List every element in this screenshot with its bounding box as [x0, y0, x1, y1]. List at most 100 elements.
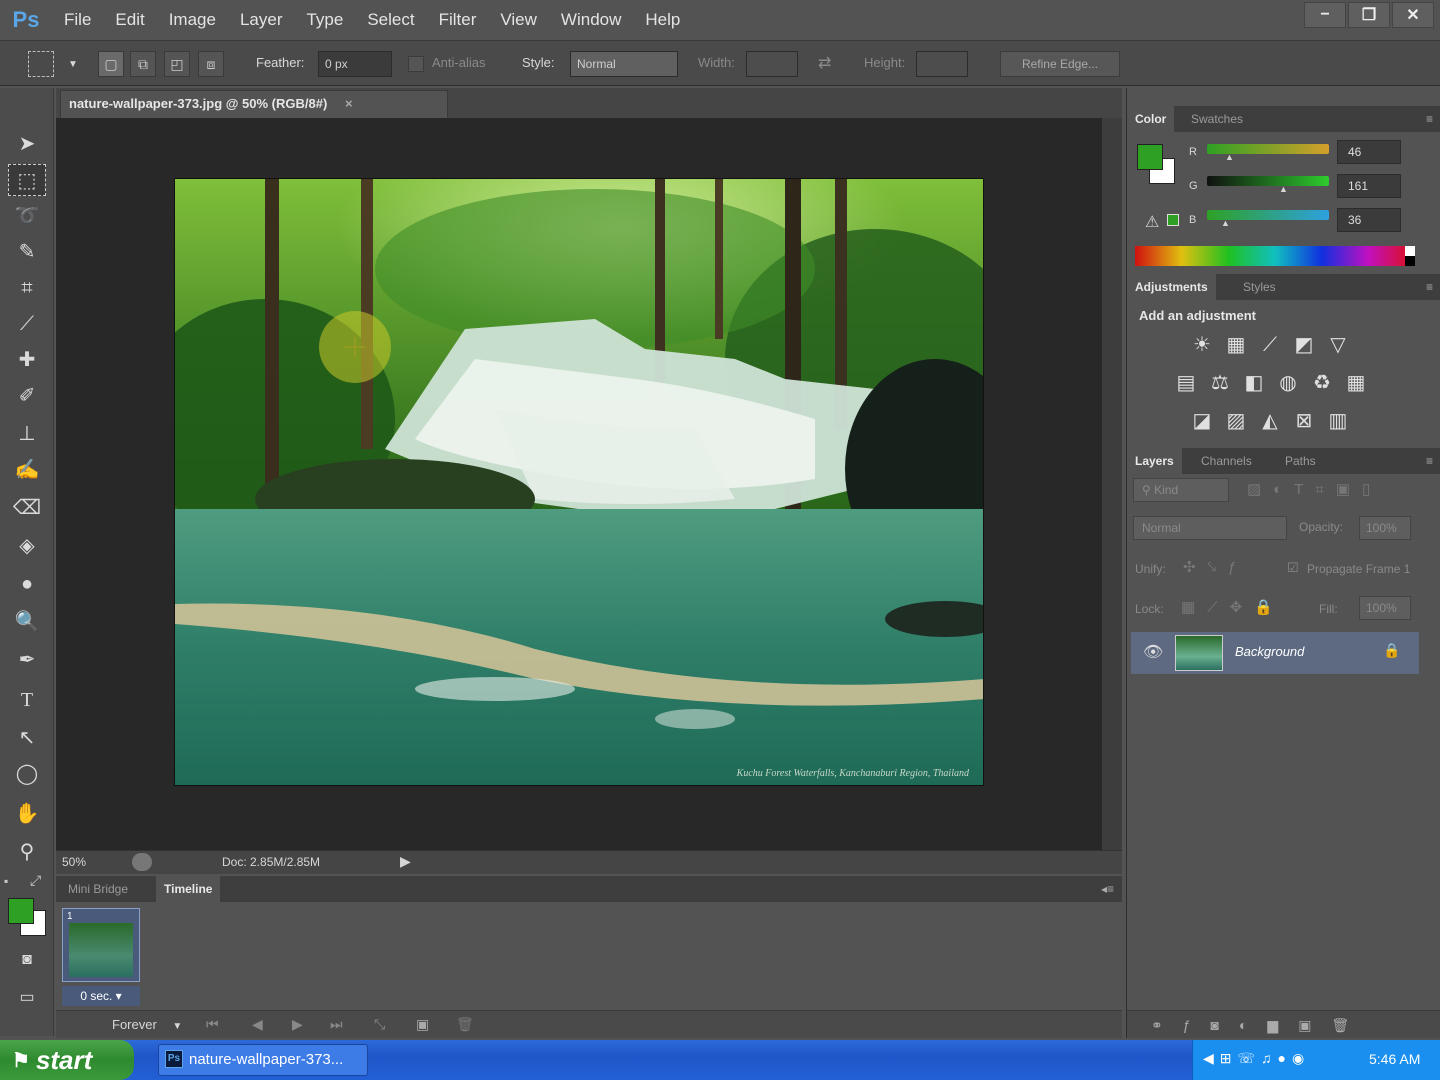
blue-value-input[interactable]: 36 [1337, 208, 1401, 232]
menu-select[interactable]: Select [355, 0, 426, 40]
type-tool-icon[interactable]: T [8, 684, 46, 716]
unify-icons[interactable]: ✣⤥ƒ [1183, 558, 1248, 576]
prev-frame-icon[interactable]: ◀ [252, 1016, 263, 1033]
next-frame-icon[interactable]: ⏭ [330, 1016, 343, 1033]
layer-filter-icons[interactable]: ▨◐T⌗▣▯ [1247, 480, 1382, 498]
height-input[interactable] [916, 51, 968, 77]
loop-select[interactable]: Forever ▼ [112, 1017, 182, 1032]
levels-icon[interactable]: ▦ [1223, 332, 1249, 358]
eyedropper-tool-icon[interactable]: ⟋ [8, 308, 46, 340]
close-button[interactable]: ✕ [1392, 2, 1434, 28]
first-frame-icon[interactable]: ⏮ [206, 1016, 219, 1033]
paint-bucket-tool-icon[interactable]: ◈ [8, 530, 46, 562]
width-input[interactable] [746, 51, 798, 77]
menu-edit[interactable]: Edit [103, 0, 156, 40]
taskbar-photoshop-item[interactable]: Ps nature-wallpaper-373... [158, 1044, 368, 1076]
menu-file[interactable]: File [52, 0, 103, 40]
minimize-button[interactable]: − [1304, 2, 1346, 28]
status-info-icon[interactable] [132, 853, 152, 871]
menu-help[interactable]: Help [633, 0, 692, 40]
timeline-menu-icon[interactable]: ◂≡ [1101, 882, 1114, 896]
green-value-input[interactable]: 161 [1337, 174, 1401, 198]
restore-button[interactable]: ❐ [1348, 2, 1390, 28]
swap-dimensions-icon[interactable]: ⇄ [818, 53, 831, 73]
exposure-icon[interactable]: ◩ [1291, 332, 1317, 358]
duplicate-frame-icon[interactable]: ▣ [416, 1016, 429, 1033]
photo-filter-icon[interactable]: ◍ [1275, 370, 1301, 396]
tab-channels[interactable]: Channels [1193, 448, 1260, 474]
menu-image[interactable]: Image [157, 0, 228, 40]
zoom-tool-icon[interactable]: ⚲ [8, 836, 46, 868]
menu-type[interactable]: Type [294, 0, 355, 40]
tab-swatches[interactable]: Swatches [1183, 106, 1251, 132]
intersect-selection-icon[interactable]: ⧈ [198, 51, 224, 77]
opacity-input[interactable]: 100% [1359, 516, 1411, 540]
layer-visibility-eye-icon[interactable]: 👁 [1143, 642, 1163, 662]
tab-mini-bridge[interactable]: Mini Bridge [60, 876, 136, 902]
delete-frame-icon[interactable]: 🗑 [456, 1016, 474, 1033]
curves-icon[interactable]: ⟋ [1257, 332, 1283, 358]
style-select[interactable]: Normal [570, 51, 678, 77]
animation-frame[interactable]: 1 [62, 908, 140, 982]
lock-icons[interactable]: ▦⟋✥🔒 [1181, 598, 1285, 616]
invert-icon[interactable]: ◪ [1189, 408, 1215, 434]
layer-filter-select[interactable]: ⚲ Kind [1133, 478, 1229, 502]
fill-input[interactable]: 100% [1359, 596, 1411, 620]
clone-stamp-tool-icon[interactable]: ⊥ [8, 418, 46, 450]
new-selection-icon[interactable]: ▢ [98, 51, 124, 77]
play-icon[interactable]: ▶ [292, 1016, 303, 1033]
red-slider-handle-icon[interactable]: ▲ [1225, 152, 1234, 162]
lasso-tool-icon[interactable]: ➰ [8, 200, 46, 232]
tab-paths[interactable]: Paths [1277, 448, 1324, 474]
hand-tool-icon[interactable]: ✋ [8, 798, 46, 830]
tab-styles[interactable]: Styles [1235, 274, 1284, 300]
green-slider-handle-icon[interactable]: ▲ [1279, 184, 1288, 194]
tab-timeline[interactable]: Timeline [156, 876, 221, 902]
menu-layer[interactable]: Layer [228, 0, 295, 40]
screen-mode-icon[interactable]: ▭ [8, 982, 46, 1014]
zoom-level[interactable]: 50% [62, 855, 86, 869]
ellipse-tool-icon[interactable]: ◯ [8, 758, 46, 790]
feather-input[interactable]: 0 px [318, 51, 392, 77]
brush-tool-icon[interactable]: ✐ [8, 380, 46, 412]
color-balance-icon[interactable]: ⚖ [1207, 370, 1233, 396]
move-tool-icon[interactable]: ➤ [8, 128, 46, 160]
document-image[interactable]: Kuchu Forest Waterfalls, Kanchanaburi Re… [174, 178, 984, 786]
vertical-scrollbar[interactable] [1102, 118, 1122, 850]
gamut-color-swatch[interactable] [1167, 214, 1179, 226]
tab-adjustments[interactable]: Adjustments [1127, 274, 1216, 300]
marquee-preset-icon[interactable] [28, 51, 54, 77]
blur-tool-icon[interactable]: ● [8, 568, 46, 600]
black-white-ramp[interactable] [1405, 246, 1415, 266]
gradient-map-icon[interactable]: ▥ [1325, 408, 1351, 434]
add-selection-icon[interactable]: ⧉ [130, 51, 156, 77]
menu-filter[interactable]: Filter [427, 0, 489, 40]
start-button[interactable]: ⚑ start [0, 1040, 134, 1080]
preset-dropdown-icon[interactable]: ▼ [68, 59, 78, 70]
posterize-icon[interactable]: ▨ [1223, 408, 1249, 434]
channel-mixer-icon[interactable]: ♻ [1309, 370, 1335, 396]
pen-tool-icon[interactable]: ✒ [8, 644, 46, 676]
antialias-checkbox[interactable] [408, 56, 424, 72]
layers-footer-icons[interactable]: ⚭ƒ◙◐▆▣🗑 [1127, 1010, 1440, 1038]
vibrance-icon[interactable]: ▽ [1325, 332, 1351, 358]
foreground-color-swatch[interactable] [8, 898, 34, 924]
tab-color[interactable]: Color [1127, 106, 1175, 132]
clock[interactable]: 5:46 AM [1369, 1051, 1420, 1067]
menu-window[interactable]: Window [549, 0, 633, 40]
document-close-icon[interactable]: × [345, 96, 353, 111]
quick-mask-icon[interactable]: ◙ [8, 944, 46, 976]
menu-view[interactable]: View [488, 0, 549, 40]
adjustments-panel-menu-icon[interactable]: ≡ [1426, 280, 1433, 294]
layer-lock-icon[interactable]: 🔒 [1383, 642, 1400, 659]
threshold-icon[interactable]: ◭ [1257, 408, 1283, 434]
color-panel-menu-icon[interactable]: ≡ [1426, 112, 1433, 126]
tab-layers[interactable]: Layers [1127, 448, 1182, 474]
black-white-icon[interactable]: ◧ [1241, 370, 1267, 396]
green-slider[interactable] [1207, 176, 1329, 186]
swap-colors-icon[interactable]: ⤢ [30, 872, 41, 889]
eraser-tool-icon[interactable]: ⌫ [8, 492, 46, 524]
refine-edge-button[interactable]: Refine Edge... [1000, 51, 1120, 77]
propagate-checkbox[interactable]: ☑ [1287, 560, 1299, 576]
tray-icons[interactable]: ◀⊞☏♫●◉ [1203, 1050, 1310, 1067]
